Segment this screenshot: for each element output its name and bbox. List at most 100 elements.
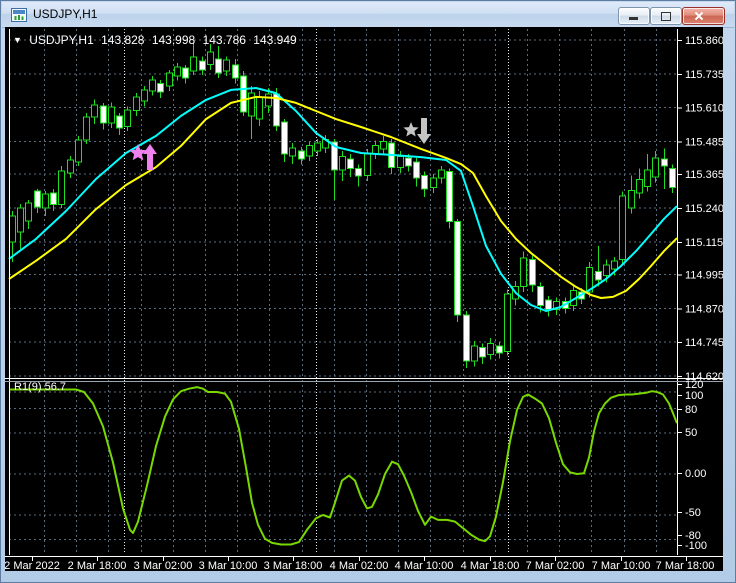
- candle-bear: [116, 115, 123, 129]
- candle-bear: [595, 271, 602, 281]
- candle-bull: [364, 153, 371, 176]
- candle-bull: [380, 141, 387, 150]
- price-axis-label: 115.115: [685, 237, 723, 249]
- candle-bear: [298, 150, 305, 160]
- chevron-down-icon: ▼: [13, 35, 22, 45]
- candle-bull: [141, 89, 148, 102]
- candle-bull: [83, 116, 90, 141]
- time-axis-label: 3 Mar 18:00: [264, 560, 323, 571]
- candle-bull: [314, 142, 321, 152]
- candle-bear: [232, 64, 239, 79]
- chart-plot[interactable]: 115.860 115.735 115.610 115.485 115.365 115.2…: [5, 27, 723, 571]
- candle-bear: [355, 168, 362, 177]
- candle-bull: [438, 169, 445, 179]
- indicator-axis-label: 100: [685, 390, 703, 402]
- candle-bull: [372, 145, 379, 155]
- price-axis-label: 114.745: [685, 337, 723, 349]
- candle-bull: [487, 342, 494, 355]
- candle-bull: [339, 156, 346, 171]
- time-axis-label: 4 Mar 10:00: [395, 560, 454, 571]
- candle-bull: [149, 79, 156, 92]
- candle-bull: [9, 215, 16, 243]
- candle-bear: [50, 192, 57, 206]
- chart-canvas[interactable]: 115.860 115.735 115.610 115.485 115.365 115.2…: [5, 27, 723, 571]
- maximize-icon: [661, 12, 671, 21]
- candle-bear: [479, 347, 486, 358]
- symbol-period-label: USDJPY,H1: [29, 33, 94, 47]
- candle-bull: [133, 96, 140, 111]
- time-axis-label: 7 Mar 18:00: [656, 560, 715, 571]
- window-title: USDJPY,H1: [33, 7, 98, 21]
- candle-bull: [108, 106, 115, 124]
- candle-bull: [207, 51, 214, 65]
- candle-bull: [190, 56, 197, 72]
- low-value: 143.786: [202, 33, 246, 47]
- indicator-axis-label: -50: [685, 507, 701, 519]
- candle-bear: [496, 345, 503, 354]
- candle-bear: [529, 258, 536, 286]
- price-axis-label: 115.860: [685, 35, 723, 47]
- minimize-button[interactable]: [618, 7, 650, 25]
- time-axis-label: 4 Mar 02:00: [330, 560, 389, 571]
- candle-bull: [520, 257, 527, 288]
- candle-bull: [397, 156, 404, 168]
- price-axis-label: 114.870: [685, 303, 723, 315]
- candle-bear: [240, 75, 247, 113]
- candle-bull: [223, 59, 230, 72]
- price-axis-label: 115.485: [685, 137, 723, 149]
- price-axis-label: 115.610: [685, 103, 723, 115]
- candle-bull: [256, 96, 263, 120]
- candle-bull: [166, 72, 173, 87]
- price-axis-label: 115.240: [685, 203, 723, 215]
- candle-bear: [347, 158, 354, 170]
- indicator-name: R1(9): [14, 381, 42, 393]
- candle-bull: [124, 109, 131, 128]
- candle-bear: [545, 299, 552, 311]
- candle-bear: [199, 60, 206, 71]
- candle-bull: [430, 177, 437, 189]
- candle-bear: [463, 314, 470, 362]
- indicator-current-value: 56.7: [44, 381, 66, 393]
- candle-bull: [17, 207, 24, 233]
- candle-bull: [652, 157, 659, 178]
- window-titlebar[interactable]: USDJPY,H1: [2, 2, 734, 28]
- open-value: 143.828: [101, 33, 145, 47]
- candle-bull: [306, 145, 313, 157]
- candle-bear: [34, 190, 41, 208]
- candle-bear: [182, 67, 189, 79]
- candle-bull: [42, 193, 49, 209]
- chart-ohlc-header: ▼ USDJPY,H1 143.828 143.998 143.786 143.…: [13, 33, 301, 47]
- indicator-axis-label: 0.00: [685, 468, 706, 480]
- candle-bull: [58, 170, 65, 206]
- candle-bull: [91, 104, 98, 118]
- time-axis-label: 2 Mar 2022: [5, 560, 60, 571]
- time-axis-label: 2 Mar 18:00: [68, 560, 127, 571]
- indicator-label: R1(9) 56.7: [14, 381, 66, 393]
- candle-bull: [644, 169, 651, 187]
- candle-bull: [611, 260, 618, 270]
- time-axis-label: 4 Mar 18:00: [461, 560, 520, 571]
- candle-bull: [25, 202, 32, 222]
- candle-bear: [215, 58, 222, 74]
- maximize-button[interactable]: [650, 7, 682, 25]
- indicator-axis-label: 50: [685, 427, 697, 439]
- candle-bull: [504, 293, 511, 353]
- candle-bear: [421, 174, 428, 190]
- candle-bear: [669, 168, 676, 189]
- time-axis-label: 3 Mar 10:00: [199, 560, 258, 571]
- price-axis-label: 114.995: [685, 269, 723, 281]
- candle-bear: [413, 161, 420, 179]
- candle-bull: [636, 179, 643, 194]
- price-axis-label: 115.735: [685, 69, 723, 81]
- candle-bear: [100, 105, 107, 124]
- candle-bull: [603, 264, 610, 277]
- candle-bear: [446, 170, 453, 223]
- candle-bear: [405, 157, 412, 167]
- price-axis-label: 115.365: [685, 169, 723, 181]
- close-button[interactable]: [682, 7, 725, 25]
- candle-bull: [619, 195, 626, 260]
- candle-bull: [67, 159, 74, 174]
- indicator-axis-label: 80: [685, 404, 697, 416]
- candle-bear: [537, 286, 544, 307]
- candle-bull: [265, 93, 272, 107]
